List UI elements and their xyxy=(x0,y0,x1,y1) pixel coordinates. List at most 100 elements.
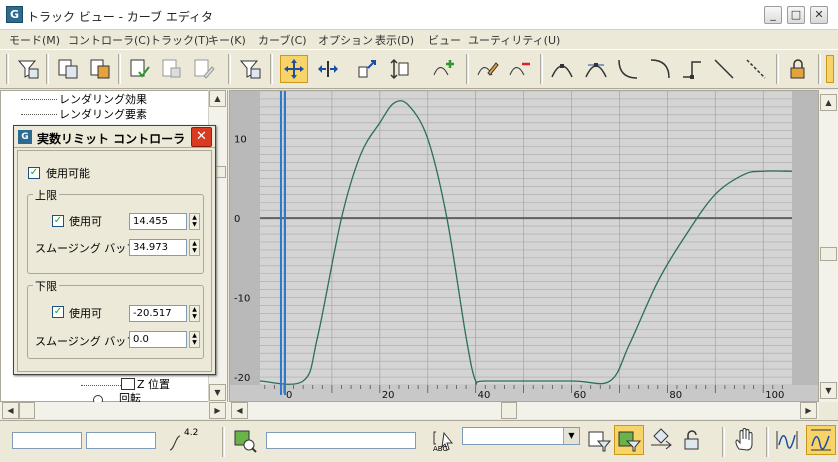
graph-horizontal-scrollbar[interactable]: ◀ ▶ xyxy=(229,402,819,419)
tangent-auto-icon[interactable] xyxy=(548,55,576,83)
lower-limit-title: 下限 xyxy=(33,278,59,294)
status-bar: 4.2 ABC ▼ xyxy=(0,420,838,462)
toolbar-overflow-handle[interactable] xyxy=(826,55,834,83)
scroll-up-icon[interactable]: ▲ xyxy=(209,90,226,107)
menu-options[interactable]: オプション xyxy=(318,32,373,48)
tree-item-render-effects[interactable]: レンダリング効果 xyxy=(59,91,147,107)
lower-smoothing-label: スムージング バッフ xyxy=(35,335,138,348)
y-tick-label: -10 xyxy=(234,294,250,305)
curve-graph[interactable]: 10 0 -10 -20 0 20 40 60 80 100 xyxy=(229,90,819,402)
enable-checkbox[interactable]: ✓ xyxy=(28,167,40,179)
upper-smoothing-field[interactable]: 34.973 xyxy=(129,239,187,256)
x-tick-label: 0 xyxy=(286,390,292,401)
controller-icon xyxy=(121,378,135,390)
chevron-down-icon[interactable]: ▼ xyxy=(563,428,579,444)
frame-values-icon[interactable] xyxy=(806,425,836,455)
scroll-left-icon[interactable]: ◀ xyxy=(2,402,19,419)
edit-controller-icon[interactable] xyxy=(190,55,218,83)
y-tick-label: 10 xyxy=(234,135,247,146)
tree-item-render-elements[interactable]: レンダリング要素 xyxy=(59,106,147,122)
menu-track[interactable]: トラック(T) xyxy=(150,32,209,48)
filter-animated-icon[interactable] xyxy=(614,425,644,455)
upper-smoothing-spinner[interactable]: ▲ ▼ xyxy=(189,239,200,256)
lower-limit-field[interactable]: -20.517 xyxy=(129,305,187,322)
abc-label: ABC xyxy=(433,445,448,453)
pan-hand-icon[interactable] xyxy=(732,427,758,453)
filter-icon[interactable] xyxy=(14,55,42,83)
tangent-custom-icon[interactable] xyxy=(582,55,610,83)
tangent-step-icon[interactable] xyxy=(678,55,706,83)
menu-mode[interactable]: モード(M) xyxy=(9,32,60,48)
slide-keys-icon[interactable] xyxy=(314,55,342,83)
copy-controller-icon[interactable] xyxy=(54,55,82,83)
dialog-close-button[interactable]: ✕ xyxy=(191,127,212,147)
swap-icon[interactable] xyxy=(648,427,674,453)
scroll-left-icon[interactable]: ◀ xyxy=(231,402,248,419)
menu-controller[interactable]: コントローラ(C) xyxy=(68,32,150,48)
track-select-dropdown[interactable]: ▼ xyxy=(462,427,580,445)
object-name-field[interactable] xyxy=(266,432,416,449)
plot-background xyxy=(260,91,792,385)
scale-values-icon[interactable] xyxy=(386,55,414,83)
grid xyxy=(230,90,818,401)
close-button[interactable]: ✕ xyxy=(810,6,828,24)
key-frame-field[interactable] xyxy=(12,432,82,449)
upper-enable-label: 使用可 xyxy=(69,215,102,228)
menu-utilities[interactable]: ユーティリティ(U) xyxy=(468,32,560,48)
upper-limit-field[interactable]: 14.455 xyxy=(129,213,187,230)
scroll-thumb[interactable] xyxy=(501,402,517,419)
tangent-fast-icon[interactable] xyxy=(614,55,642,83)
select-by-name-icon[interactable]: ABC xyxy=(432,429,458,455)
lock-tangents-icon[interactable] xyxy=(784,55,812,83)
x-tick-label: 60 xyxy=(574,390,587,401)
app-icon: G xyxy=(18,130,32,144)
draw-curves-icon[interactable] xyxy=(474,55,502,83)
menu-display[interactable]: 表示(D) xyxy=(375,32,414,48)
scroll-thumb[interactable] xyxy=(820,247,837,261)
add-keys-icon[interactable] xyxy=(430,55,458,83)
lower-enable-checkbox[interactable]: ✓ xyxy=(52,306,64,318)
graph-vertical-scrollbar[interactable]: ▲ ▼ xyxy=(819,90,838,402)
unlock-icon[interactable] xyxy=(680,427,706,453)
menu-key[interactable]: キー(K) xyxy=(208,32,246,48)
tangent-smooth-icon[interactable] xyxy=(742,55,770,83)
menu-curve[interactable]: カーブ(C) xyxy=(258,32,307,48)
assign-controller-icon[interactable] xyxy=(126,55,154,83)
zoom-curve-icon[interactable]: 4.2 xyxy=(168,428,202,454)
delete-controller-icon[interactable] xyxy=(158,55,186,83)
scale-keys-icon[interactable] xyxy=(354,55,382,83)
reduce-keys-icon[interactable] xyxy=(506,55,534,83)
curve-plot[interactable]: 100-10-200 20 40 60 80 100 xyxy=(230,90,818,401)
x-tick-label: 80 xyxy=(669,390,682,401)
minimize-button[interactable]: _ xyxy=(764,6,782,24)
move-keys-icon[interactable] xyxy=(280,55,308,83)
upper-limit-group xyxy=(27,194,204,274)
paste-controller-icon[interactable] xyxy=(86,55,114,83)
lower-smoothing-field[interactable]: 0.0 xyxy=(129,331,187,348)
lower-smoothing-spinner[interactable]: ▲ ▼ xyxy=(189,331,200,348)
scroll-thumb[interactable] xyxy=(19,402,35,419)
filter-keys-icon[interactable] xyxy=(236,55,264,83)
scroll-down-icon[interactable]: ▼ xyxy=(209,384,226,401)
tangent-linear-icon[interactable] xyxy=(710,55,738,83)
scroll-down-icon[interactable]: ▼ xyxy=(820,382,837,399)
scroll-right-icon[interactable]: ▶ xyxy=(800,402,817,419)
maximize-button[interactable]: □ xyxy=(787,6,805,24)
upper-limit-spinner[interactable]: ▲ ▼ xyxy=(189,213,200,230)
tangent-slow-icon[interactable] xyxy=(646,55,674,83)
lower-limit-spinner[interactable]: ▲ ▼ xyxy=(189,305,200,322)
filter-selected-icon[interactable] xyxy=(586,427,612,453)
frame-horizontal-icon[interactable] xyxy=(774,427,800,453)
scroll-up-icon[interactable]: ▲ xyxy=(820,94,837,111)
limit-controller-dialog: G 実数リミット コントローラ ✕ ✓ 使用可能 上限 ✓ 使用可 14.455… xyxy=(13,125,216,375)
zoom-selected-icon[interactable] xyxy=(232,428,258,454)
y-tick-label: -20 xyxy=(234,373,250,384)
menu-view[interactable]: ビュー xyxy=(428,32,461,48)
key-value-field[interactable] xyxy=(86,432,156,449)
scroll-right-icon[interactable]: ▶ xyxy=(209,402,226,419)
x-tick-label: 20 xyxy=(382,390,395,401)
upper-enable-checkbox[interactable]: ✓ xyxy=(52,215,64,227)
window-title: トラック ビュー - カーブ エディタ xyxy=(27,10,214,24)
tree-horizontal-scrollbar[interactable]: ◀ ▶ xyxy=(0,402,228,419)
tree-item-z-position[interactable]: Z 位置 xyxy=(137,376,170,392)
